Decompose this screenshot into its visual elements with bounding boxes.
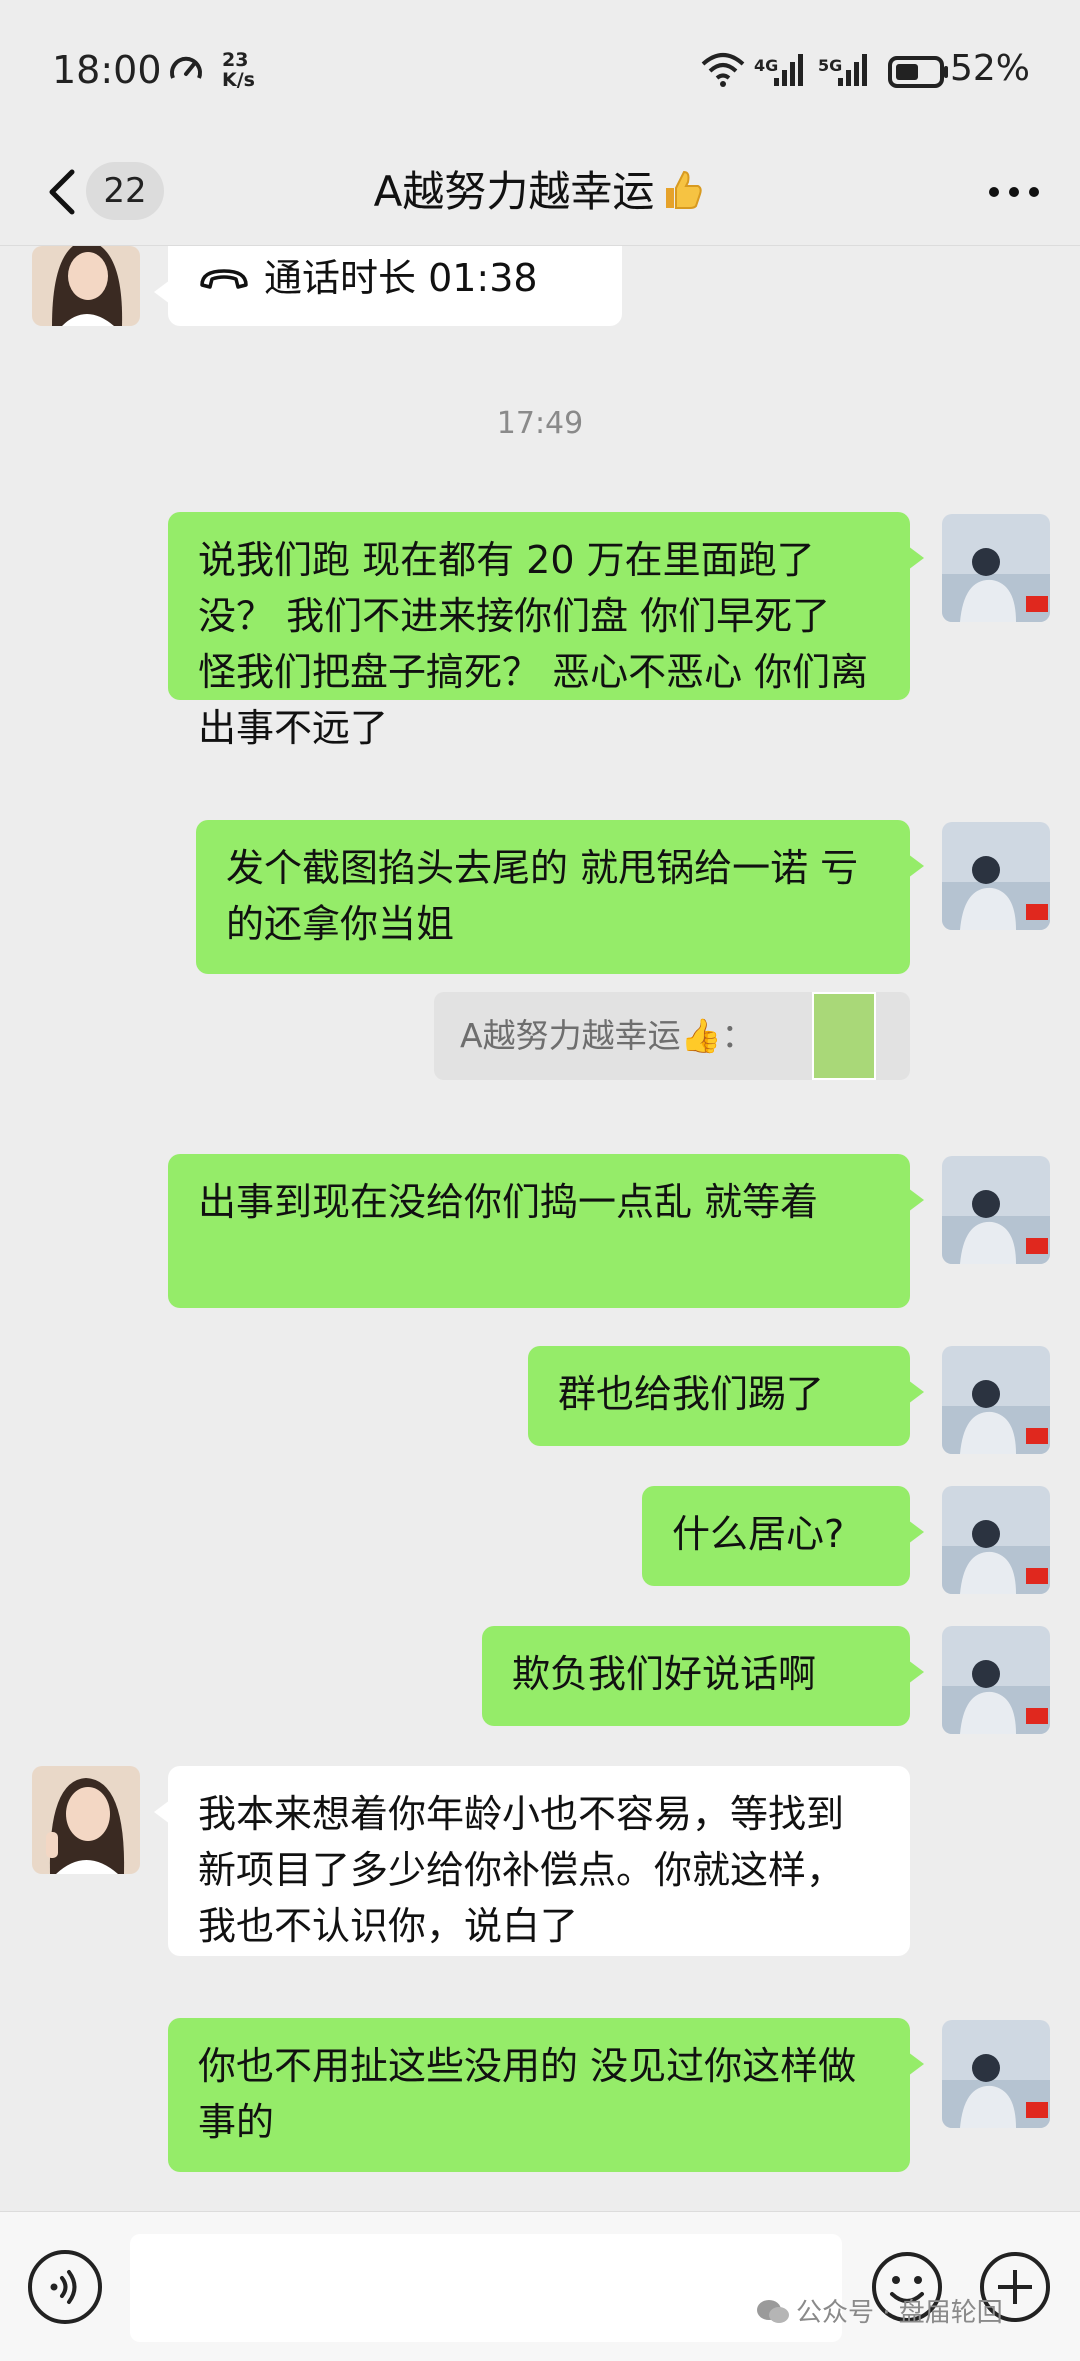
- status-time: 18:00: [52, 48, 162, 92]
- outgoing-message[interactable]: 说我们跑 现在都有 20 万在里面跑了没？ 我们不进来接你们盘 你们早死了 怪我…: [168, 512, 924, 750]
- my-avatar[interactable]: [942, 1486, 1050, 1594]
- message-list[interactable]: 通话时长 01:38 17:49 说我们跑 现在都有 20 万在里面跑了没？ 我…: [0, 246, 1080, 2211]
- speedometer-icon: [170, 56, 202, 79]
- my-avatar[interactable]: [942, 2020, 1050, 2128]
- status-bar: 18:00 23 K/s 4G 5G 52%: [0, 0, 1080, 140]
- outgoing-message[interactable]: 群也给我们踢了: [528, 1346, 924, 1446]
- call-record-bubble[interactable]: 通话时长 01:38: [154, 246, 622, 326]
- call-record-text: 通话时长 01:38: [264, 256, 538, 300]
- my-avatar[interactable]: [942, 822, 1050, 930]
- contact-avatar[interactable]: [32, 246, 140, 326]
- message-timestamp: 17:49: [496, 406, 584, 441]
- incoming-message[interactable]: 我本来想着你年龄小也不容易，等找到新项目了多少给你补偿点。你就这样，我也不认识你…: [154, 1766, 910, 1956]
- outgoing-message[interactable]: 出事到现在没给你们捣一点乱 就等着: [168, 1154, 924, 1308]
- outgoing-message[interactable]: 欺负我们好说话啊: [482, 1626, 924, 1726]
- voice-icon[interactable]: [28, 2250, 102, 2324]
- battery-icon: [888, 56, 948, 88]
- signal-4g-icon: [774, 54, 803, 86]
- net-speed-unit: K/s: [222, 69, 255, 91]
- my-avatar[interactable]: [942, 1626, 1050, 1734]
- watermark-text: 公众号 · 盘届轮回: [796, 2298, 1003, 2328]
- quoted-image-thumbnail[interactable]: [812, 992, 876, 1080]
- net-speed: 23 K/s: [222, 50, 255, 90]
- battery-percent: 52%: [949, 48, 1030, 89]
- quoted-message-text: A越努力越幸运👍：: [460, 1016, 755, 1055]
- more-dots-icon[interactable]: [984, 180, 1044, 204]
- wechat-icon: [757, 2300, 789, 2323]
- signal-5g-icon: [838, 54, 867, 86]
- input-bar: [0, 2211, 1080, 2361]
- chat-title-text: A越努力越幸运: [373, 167, 655, 216]
- watermark: 公众号 · 盘届轮回: [756, 2292, 1003, 2329]
- contact-avatar[interactable]: [32, 1766, 140, 1874]
- my-avatar[interactable]: [942, 1156, 1050, 1264]
- my-avatar[interactable]: [942, 1346, 1050, 1454]
- outgoing-message[interactable]: 你也不用扯这些没用的 没见过你这样做事的: [168, 2018, 924, 2172]
- thumbs-up-icon: [666, 170, 703, 209]
- my-avatar[interactable]: [942, 514, 1050, 622]
- net-speed-value: 23: [222, 49, 249, 71]
- wifi-icon: [701, 53, 745, 87]
- chat-title: A越努力越幸运: [0, 162, 1080, 222]
- chat-header: 22 A越努力越幸运: [0, 140, 1080, 246]
- message-input[interactable]: [130, 2234, 842, 2342]
- outgoing-message[interactable]: 什么居心?: [642, 1486, 924, 1586]
- outgoing-message[interactable]: 发个截图掐头去尾的 就甩锅给一诺 亏的还拿你当姐: [196, 820, 924, 974]
- phone-hangup-icon: [200, 269, 248, 289]
